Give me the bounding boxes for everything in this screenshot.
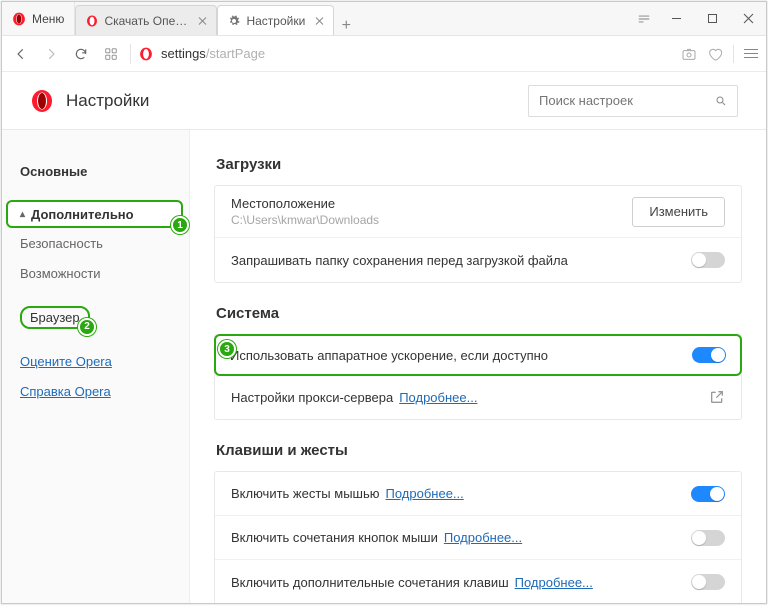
close-window-button[interactable] [730,2,766,36]
location-label: Местоположение [231,196,632,211]
section-title-downloads: Загрузки [216,156,742,173]
tab-strip: Скачать Опера для комп Настройки + [75,2,358,35]
sidebar-item-basic[interactable]: Основные [2,156,189,186]
tab-label: Настройки [246,14,305,28]
address-right [681,45,758,63]
opera-icon [139,47,153,61]
settings-search[interactable] [528,85,738,117]
menu-button[interactable]: Меню [2,2,75,35]
url-field[interactable]: settings/startPage [139,46,673,61]
sidebar-item-advanced[interactable]: ▴ Дополнительно 1 [6,200,183,228]
reload-button[interactable] [70,43,92,65]
extra-more-link[interactable]: Подробнее... [515,575,593,590]
tab-settings[interactable]: Настройки [217,5,334,35]
snapshot-icon[interactable] [681,46,697,62]
tab-download[interactable]: Скачать Опера для комп [75,5,217,35]
rocker-more-link[interactable]: Подробнее... [444,530,522,545]
ask-before-download-row: Запрашивать папку сохранения перед загру… [215,238,741,282]
mouse-label: Включить жесты мышью [231,486,380,501]
extra-label: Включить дополнительные сочетания клавиш [231,575,509,590]
sidebar-item-features[interactable]: Возможности [2,258,189,288]
download-location-row: Местоположение C:\Users\kmwar\Downloads … [215,186,741,238]
hw-accel-toggle[interactable] [692,347,726,363]
maximize-button[interactable] [694,2,730,36]
annotation-badge: 3 [218,340,236,358]
ask-label: Запрашивать папку сохранения перед загру… [231,253,691,268]
sidebar-item-label: Дополнительно [31,207,134,222]
titlebar: Меню Скачать Опера для комп Настройки + [2,2,766,36]
proxy-row: Настройки прокси-сервера Подробнее... [215,375,741,419]
minimize-button[interactable] [658,2,694,36]
external-link-icon[interactable] [709,389,725,405]
opera-icon [12,12,26,26]
help-link[interactable]: Справка Opera [20,384,111,399]
close-icon[interactable] [315,16,325,26]
hw-accel-highlight: 3 Использовать аппаратное ускорение, есл… [214,334,742,376]
easy-setup-button[interactable] [744,49,758,58]
hw-accel-row: Использовать аппаратное ускорение, если … [216,336,740,374]
annotation-badge: 2 [78,318,96,336]
close-icon[interactable] [198,16,208,26]
rocker-toggle[interactable] [691,530,725,546]
tab-menu-button[interactable] [630,12,658,26]
window-controls [630,2,766,35]
highlight-pill: Браузер 2 [20,306,90,329]
downloads-card: Местоположение C:\Users\kmwar\Downloads … [214,185,742,283]
app-window: Меню Скачать Опера для комп Настройки + [1,1,767,604]
system-card: 3 Использовать аппаратное ускорение, есл… [214,334,742,420]
proxy-label: Настройки прокси-сервера [231,390,393,405]
settings-content: Загрузки Местоположение C:\Users\kmwar\D… [190,130,766,603]
settings-body: Основные ▴ Дополнительно 1 Безопасность … [2,130,766,603]
extra-shortcuts-toggle[interactable] [691,574,725,590]
section-title-gestures: Клавиши и жесты [216,442,742,459]
forward-button[interactable] [40,43,62,65]
rocker-label: Включить сочетания кнопок мыши [231,530,438,545]
heart-icon[interactable] [707,46,723,62]
new-tab-button[interactable]: + [334,17,358,35]
opera-icon [86,15,98,27]
gestures-card: Включить жесты мышью Подробнее... Включи… [214,471,742,603]
sidebar-item-label: Браузер [30,310,80,325]
sidebar-item-help[interactable]: Справка Opera [2,376,189,406]
url-host: settings/startPage [161,46,265,61]
location-value: C:\Users\kmwar\Downloads [231,213,632,227]
mouse-more-link[interactable]: Подробнее... [386,486,464,501]
mouse-gestures-row: Включить жесты мышью Подробнее... [215,472,741,516]
sidebar: Основные ▴ Дополнительно 1 Безопасность … [2,130,190,603]
search-icon [715,94,727,108]
separator [130,44,131,64]
sidebar-item-security[interactable]: Безопасность [2,228,189,258]
annotation-badge: 1 [171,216,189,234]
proxy-more-link[interactable]: Подробнее... [399,390,477,405]
search-input[interactable] [539,93,715,108]
sidebar-item-rate[interactable]: Оцените Opera [2,346,189,376]
chevron-up-icon: ▴ [20,209,25,220]
back-button[interactable] [10,43,32,65]
opera-icon [30,89,54,113]
section-title-system: Система [216,305,742,322]
page-title-text: Настройки [66,91,149,111]
separator [733,45,734,63]
hw-label: Использовать аппаратное ускорение, если … [230,348,692,363]
page-title: Настройки [30,89,149,113]
address-bar: settings/startPage [2,36,766,72]
home-button[interactable] [100,43,122,65]
sidebar-item-browser[interactable]: Браузер 2 [2,302,189,332]
rate-link[interactable]: Оцените Opera [20,354,112,369]
tab-label: Скачать Опера для комп [104,14,188,28]
gear-icon [228,15,240,27]
menu-label: Меню [32,12,64,26]
ask-toggle[interactable] [691,252,725,268]
change-location-button[interactable]: Изменить [632,197,725,227]
rocker-row: Включить сочетания кнопок мыши Подробнее… [215,516,741,560]
settings-header: Настройки [2,72,766,130]
mouse-gestures-toggle[interactable] [691,486,725,502]
extra-shortcuts-row: Включить дополнительные сочетания клавиш… [215,560,741,603]
